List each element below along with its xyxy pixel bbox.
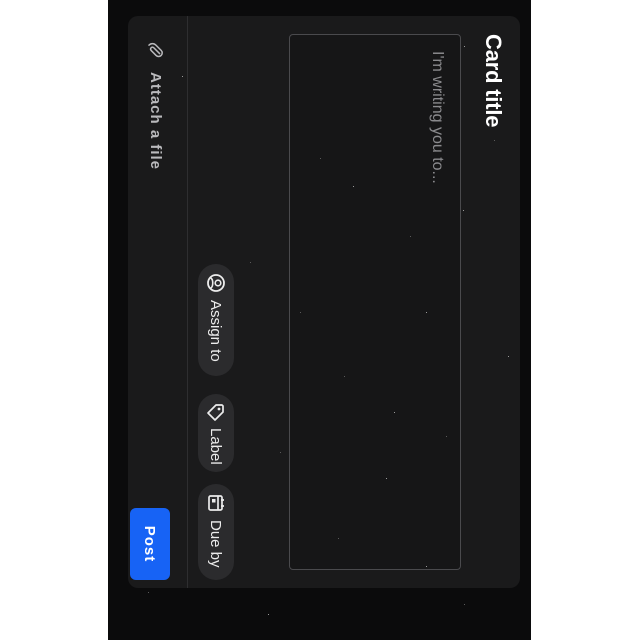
action-chip-row: Assign to Label Due by [194, 16, 234, 588]
post-button[interactable]: Post [130, 508, 170, 580]
assign-to-label: Assign to [207, 300, 225, 362]
paperclip-icon [146, 40, 166, 60]
label-chip[interactable]: Label [198, 394, 234, 472]
attach-file-label: Attach a file [147, 72, 165, 171]
message-input[interactable] [289, 34, 461, 570]
calendar-icon [205, 492, 227, 514]
due-by-chip[interactable]: Due by [198, 484, 234, 580]
card-title: Card title [481, 34, 506, 128]
footer-divider [187, 16, 188, 588]
due-by-label: Due by [207, 520, 225, 568]
tag-icon [205, 402, 227, 422]
composer-card: Card title Assign to [128, 16, 520, 588]
app-screen: Card title Assign to [108, 0, 531, 640]
assign-to-chip[interactable]: Assign to [198, 264, 234, 376]
attach-file-button[interactable]: Attach a file [130, 40, 182, 170]
label-chip-label: Label [207, 428, 225, 465]
person-circle-icon [205, 272, 227, 294]
